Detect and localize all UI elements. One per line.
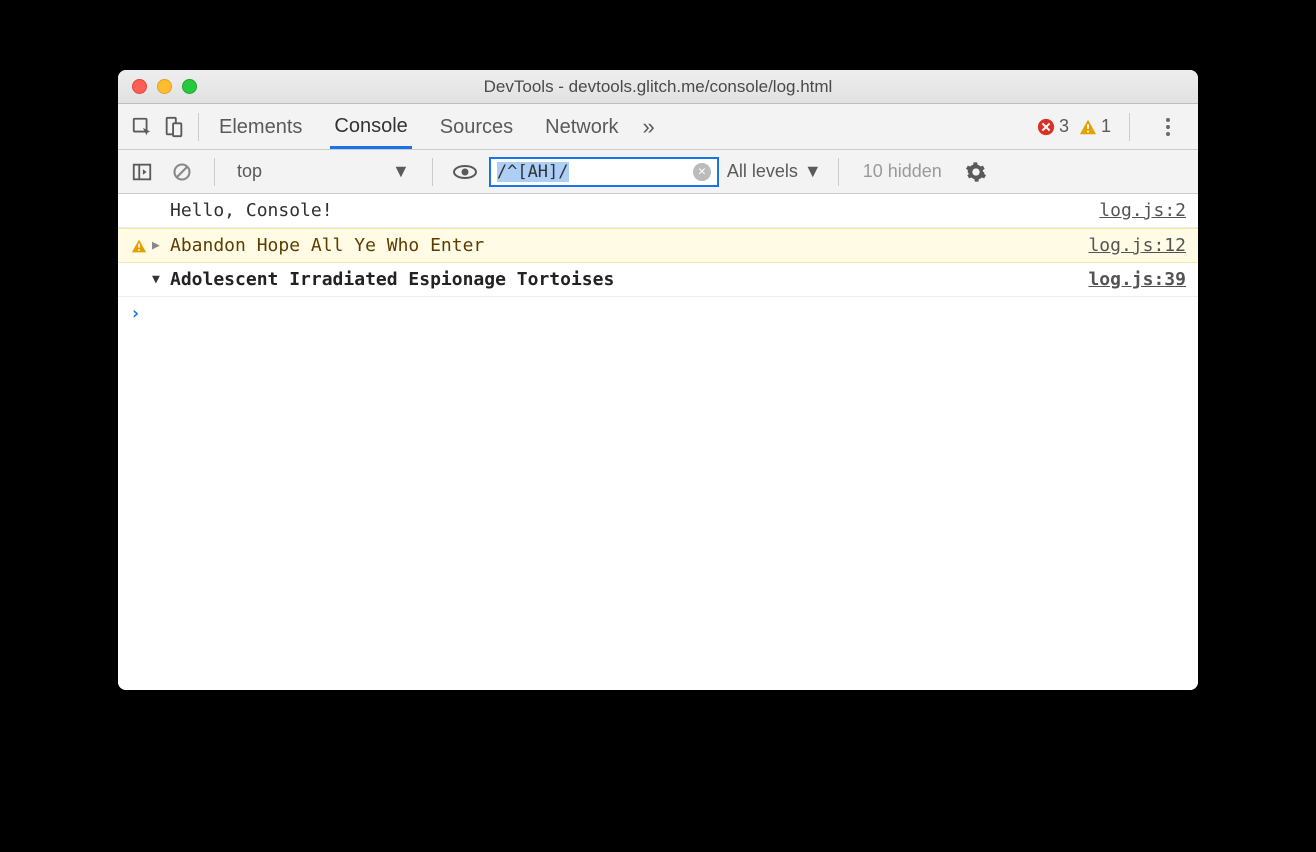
error-count: 3 <box>1059 116 1069 137</box>
divider <box>838 158 839 186</box>
source-link[interactable]: log.js:2 <box>1099 200 1186 221</box>
message-text: Adolescent Irradiated Espionage Tortoise… <box>166 269 1088 290</box>
hidden-messages-count[interactable]: 10 hidden <box>863 161 942 182</box>
chevron-down-icon: ▼ <box>804 161 822 182</box>
tab-network[interactable]: Network <box>541 106 622 147</box>
titlebar: DevTools - devtools.glitch.me/console/lo… <box>118 70 1198 104</box>
console-message[interactable]: ▶ Abandon Hope All Ye Who Enter log.js:1… <box>118 228 1198 263</box>
warning-count-badge[interactable]: 1 <box>1079 116 1111 137</box>
console-messages: Hello, Console! log.js:2 ▶ Abandon Hope … <box>118 194 1198 690</box>
gear-icon[interactable] <box>960 156 992 188</box>
devtools-window: DevTools - devtools.glitch.me/console/lo… <box>118 70 1198 690</box>
divider <box>214 158 215 186</box>
collapse-arrow-icon[interactable]: ▼ <box>152 272 166 287</box>
console-message[interactable]: Hello, Console! log.js:2 <box>118 194 1198 228</box>
source-link[interactable]: log.js:39 <box>1088 269 1186 290</box>
error-icon <box>1037 118 1055 136</box>
divider <box>198 113 199 141</box>
chevron-down-icon: ▼ <box>392 161 410 182</box>
error-count-badge[interactable]: 3 <box>1037 116 1069 137</box>
warning-icon <box>126 238 152 254</box>
minimize-window-button[interactable] <box>157 79 172 94</box>
tabbar-right: 3 1 <box>1037 113 1190 141</box>
filter-input[interactable]: /^[AH]/ ✕ <box>489 157 719 187</box>
more-tabs-icon[interactable]: » <box>643 114 655 140</box>
clear-console-icon[interactable] <box>166 156 198 188</box>
console-prompt[interactable]: › <box>118 297 1198 330</box>
console-toolbar: top ▼ /^[AH]/ ✕ All levels ▼ 10 hidden <box>118 150 1198 194</box>
window-title: DevTools - devtools.glitch.me/console/lo… <box>118 77 1198 97</box>
kebab-menu-icon[interactable] <box>1154 118 1182 136</box>
filter-value: /^[AH]/ <box>497 162 569 182</box>
close-window-button[interactable] <box>132 79 147 94</box>
warning-count: 1 <box>1101 116 1111 137</box>
clear-filter-icon[interactable]: ✕ <box>693 163 711 181</box>
levels-label: All levels <box>727 161 798 182</box>
tab-console[interactable]: Console <box>330 105 411 149</box>
window-controls <box>132 79 197 94</box>
console-message[interactable]: ▼ Adolescent Irradiated Espionage Tortoi… <box>118 263 1198 297</box>
sidebar-toggle-icon[interactable] <box>126 156 158 188</box>
log-levels-select[interactable]: All levels ▼ <box>727 161 822 182</box>
warning-icon <box>1079 118 1097 136</box>
inspect-element-icon[interactable] <box>126 111 158 143</box>
main-tabbar: Elements Console Sources Network » 3 1 <box>118 104 1198 150</box>
tab-sources[interactable]: Sources <box>436 106 517 147</box>
zoom-window-button[interactable] <box>182 79 197 94</box>
tab-elements[interactable]: Elements <box>215 106 306 147</box>
execution-context-select[interactable]: top ▼ <box>231 159 416 184</box>
divider <box>432 158 433 186</box>
message-text: Abandon Hope All Ye Who Enter <box>166 235 1088 256</box>
message-text: Hello, Console! <box>166 200 1099 221</box>
divider <box>1129 113 1130 141</box>
live-expression-icon[interactable] <box>449 156 481 188</box>
source-link[interactable]: log.js:12 <box>1088 235 1186 256</box>
panel-tabs: Elements Console Sources Network <box>215 105 623 149</box>
expand-arrow-icon[interactable]: ▶ <box>152 238 166 253</box>
context-label: top <box>237 161 262 182</box>
device-toolbar-icon[interactable] <box>158 111 190 143</box>
